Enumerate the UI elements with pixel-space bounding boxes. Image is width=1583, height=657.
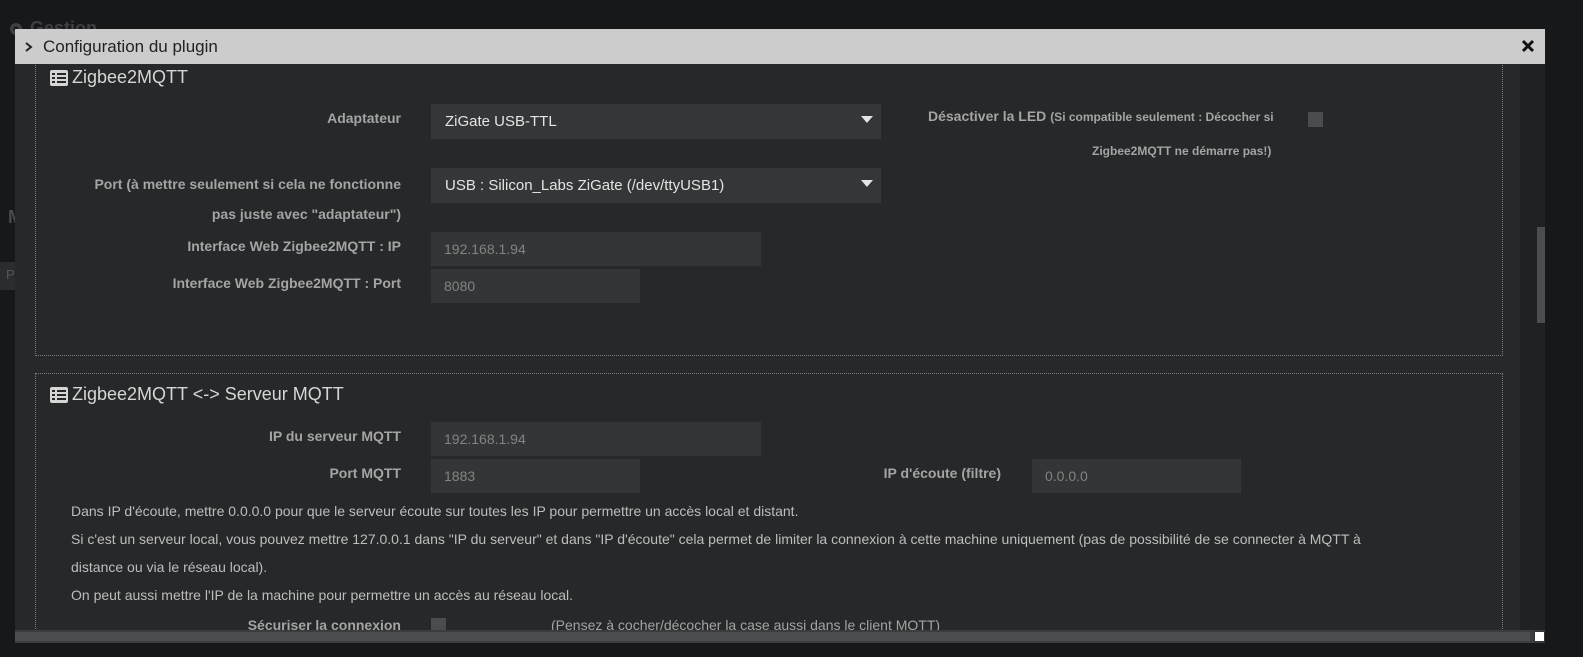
mqtt-ip-input[interactable]: 192.168.1.94 xyxy=(431,422,761,456)
horizontal-scrollbar[interactable] xyxy=(15,630,1545,643)
led-note-line2: Zigbee2MQTT ne démarre pas!) xyxy=(1092,144,1272,158)
background-bar-letter: P xyxy=(6,267,15,282)
list-icon xyxy=(50,386,68,403)
plugin-config-modal: Configuration du plugin Zigbee2MQTT Adap… xyxy=(15,29,1545,643)
chevron-right-icon[interactable] xyxy=(25,41,33,52)
port-select-value: USB : Silicon_Labs ZiGate (/dev/ttyUSB1) xyxy=(445,177,725,194)
led-label: Désactiver la LED xyxy=(928,108,1047,124)
caret-down-icon xyxy=(861,116,873,123)
mqtt-server-legend: Zigbee2MQTT <-> Serveur MQTT xyxy=(50,384,344,405)
led-label-wrap: Désactiver la LED (Si compatible seuleme… xyxy=(928,108,1274,124)
zigbee2mqtt-legend-text: Zigbee2MQTT xyxy=(72,67,189,87)
background-bar: P xyxy=(0,262,15,290)
modal-header: Configuration du plugin xyxy=(15,29,1545,64)
mqtt-server-legend-text: Zigbee2MQTT <-> Serveur MQTT xyxy=(72,384,344,404)
web-ip-label: Interface Web Zigbee2MQTT : IP xyxy=(187,238,401,254)
horizontal-scrollbar-thumb[interactable] xyxy=(15,632,1530,641)
led-note-line1: (Si compatible seulement : Décocher si xyxy=(1050,110,1274,124)
web-ip-input[interactable]: 192.168.1.94 xyxy=(431,232,761,266)
web-port-input[interactable]: 8080 xyxy=(431,269,640,303)
vertical-scrollbar[interactable] xyxy=(1520,64,1545,630)
port-select[interactable]: USB : Silicon_Labs ZiGate (/dev/ttyUSB1) xyxy=(431,168,881,203)
secure-connection-note: (Pensez à cocher/décocher la case aussi … xyxy=(551,617,941,630)
secure-connection-label: Sécuriser la connexion xyxy=(247,617,401,630)
listen-ip-input[interactable]: 0.0.0.0 xyxy=(1032,459,1241,493)
adapter-label: Adaptateur xyxy=(327,110,401,126)
modal-body: Zigbee2MQTT Adaptateur ZiGate USB-TTL Dé… xyxy=(15,64,1520,630)
mqtt-ip-label: IP du serveur MQTT xyxy=(269,428,401,444)
secure-connection-checkbox[interactable] xyxy=(431,618,446,630)
close-icon[interactable] xyxy=(1519,37,1537,55)
help-paragraph-2-line1: Si c'est un serveur local, vous pouvez m… xyxy=(71,531,1361,547)
help-paragraph-1: Dans IP d'écoute, mettre 0.0.0.0 pour qu… xyxy=(71,503,799,519)
resize-handle[interactable] xyxy=(1534,631,1545,642)
help-paragraph-3: On peut aussi mettre l'IP de la machine … xyxy=(71,587,574,603)
disable-led-checkbox[interactable] xyxy=(1308,112,1323,127)
help-paragraph-2-line2: distance ou via le réseau local). xyxy=(71,559,268,575)
listen-ip-label: IP d'écoute (filtre) xyxy=(883,465,1001,481)
web-port-label: Interface Web Zigbee2MQTT : Port xyxy=(172,275,401,291)
mqtt-port-input[interactable]: 1883 xyxy=(431,459,640,493)
zigbee2mqtt-legend: Zigbee2MQTT xyxy=(50,67,188,88)
vertical-scrollbar-thumb[interactable] xyxy=(1537,227,1545,323)
port-label-line2: pas juste avec "adaptateur") xyxy=(211,206,401,222)
caret-down-icon xyxy=(861,180,873,187)
adapter-select[interactable]: ZiGate USB-TTL xyxy=(431,104,881,139)
mqtt-port-label: Port MQTT xyxy=(329,465,401,481)
list-icon xyxy=(50,69,68,86)
modal-title: Configuration du plugin xyxy=(43,36,218,56)
adapter-select-value: ZiGate USB-TTL xyxy=(445,113,557,130)
port-label-line1: Port (à mettre seulement si cela ne fonc… xyxy=(94,176,401,192)
